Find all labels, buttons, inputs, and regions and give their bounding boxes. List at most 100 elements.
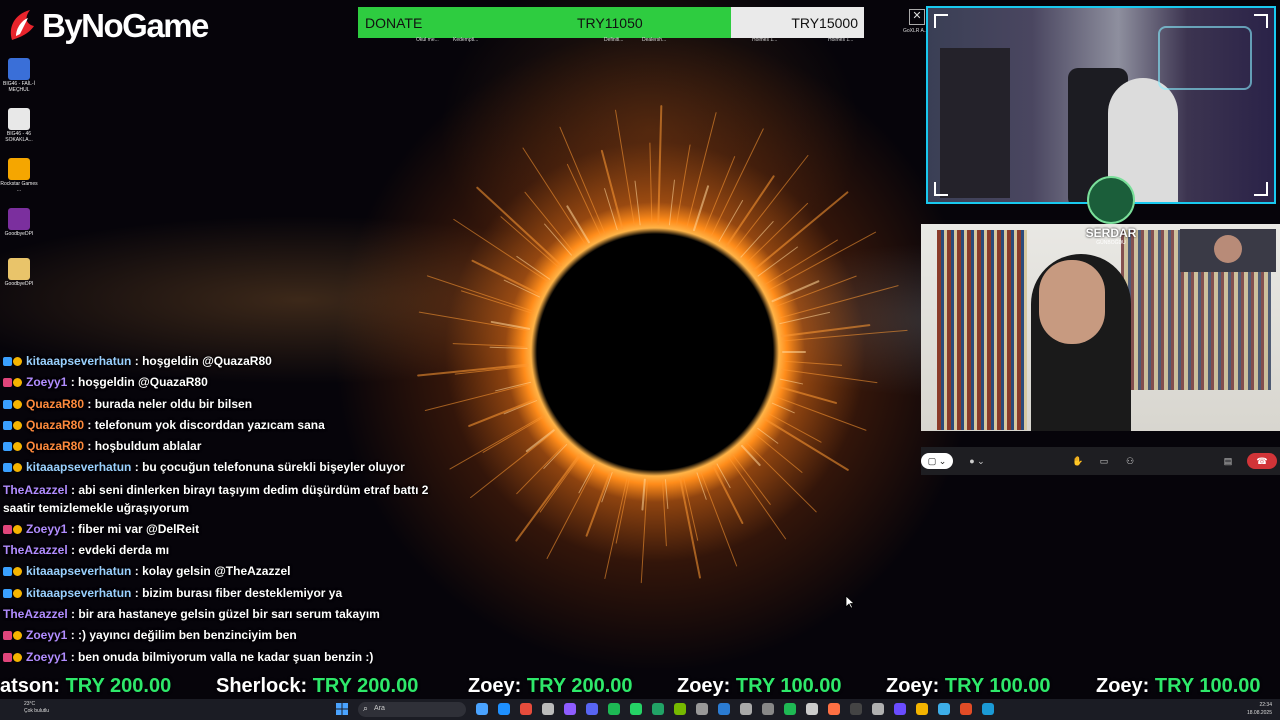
file-icon: [8, 108, 30, 130]
donor-name: atson:: [0, 675, 60, 697]
mic-toggle-button[interactable]: ● ⌄: [963, 453, 991, 469]
taskbar-app-icon[interactable]: [696, 703, 708, 715]
taskbar-app-icon[interactable]: [894, 703, 906, 715]
desktop-icon[interactable]: GoodbyeDPI: [0, 258, 38, 308]
ticker-item: atson: TRY 200.00: [0, 675, 171, 698]
taskbar-app-icon[interactable]: [520, 703, 532, 715]
light-ray: [725, 175, 775, 247]
taskbar-app-icon[interactable]: [740, 703, 752, 715]
taskbar-app-icon[interactable]: [982, 703, 994, 715]
chat-username[interactable]: kitaaapseverhatun: [26, 460, 131, 474]
taskbar-app-icon[interactable]: [806, 703, 818, 715]
screen-share-icon[interactable]: ▭: [1097, 453, 1111, 469]
chat-username[interactable]: Zoeyy1: [26, 628, 67, 642]
light-ray: [634, 180, 641, 226]
shelf: [940, 48, 1010, 198]
mouse-cursor-icon: [845, 595, 855, 609]
chat-badge-icon: [3, 420, 12, 430]
chat-username[interactable]: TheAzazzel: [3, 543, 68, 557]
chat-username[interactable]: Zoeyy1: [26, 650, 67, 664]
light-ray: [426, 275, 535, 312]
close-icon[interactable]: ✕: [909, 9, 925, 25]
taskbar-app-icon[interactable]: [850, 703, 862, 715]
desktop-icon[interactable]: Rockstar Games ...: [0, 158, 38, 208]
light-ray: [604, 476, 628, 580]
desktop-icon-label: BIG46 - FAİL-İ MEÇHUL: [3, 81, 35, 93]
light-ray: [539, 455, 581, 513]
taskbar-app-icon[interactable]: [828, 703, 840, 715]
donation-ticker: atson: TRY 200.00 Sherlock: TRY 200.00 Zoe…: [0, 675, 1280, 700]
weather-widget[interactable]: 23°C Çok bulutlu: [24, 701, 49, 715]
donation-amount: TRY 200.00: [312, 675, 419, 697]
light-ray: [679, 476, 701, 579]
camera-toggle-button[interactable]: ▢ ⌄: [921, 453, 953, 469]
taskbar-app-icon[interactable]: [542, 703, 554, 715]
taskbar-app-icon[interactable]: [784, 703, 796, 715]
taskbar-app-icon[interactable]: [608, 703, 620, 715]
clock-date: 18.08.2025: [1246, 710, 1272, 716]
taskbar-app-icon[interactable]: [564, 703, 576, 715]
chat-username[interactable]: kitaaapseverhatun: [26, 564, 131, 578]
light-ray: [503, 400, 538, 415]
chat-username[interactable]: TheAzazzel: [3, 607, 68, 621]
desktop-icon[interactable]: GoodbyeDPI: [0, 208, 38, 258]
chat-badge-icon: [3, 378, 12, 388]
chat-badge-icon: [3, 588, 12, 598]
taskbar-app-icon[interactable]: [938, 703, 950, 715]
chat-badge-icon: [3, 652, 12, 662]
taskbar-app-icon[interactable]: [872, 703, 884, 715]
light-ray: [585, 470, 612, 537]
taskbar-search[interactable]: ⌕ Ara: [358, 702, 466, 717]
light-ray: [782, 360, 843, 366]
ticker-item: Zoey: TRY 100.00: [886, 675, 1051, 698]
light-ray: [675, 144, 691, 227]
chat-username[interactable]: Zoeyy1: [26, 375, 67, 389]
chat-username[interactable]: QuazaR80: [26, 397, 84, 411]
light-ray: [740, 221, 774, 258]
chat-username[interactable]: Zoeyy1: [26, 522, 67, 536]
chat-username[interactable]: kitaaapseverhatun: [26, 354, 131, 368]
windows-start-icon[interactable]: [336, 703, 348, 715]
system-tray-clock[interactable]: 22:34 18.08.2025: [1247, 701, 1272, 717]
chat-username[interactable]: QuazaR80: [26, 418, 84, 432]
taskbar-app-icon[interactable]: [476, 703, 488, 715]
chat-username[interactable]: TheAzazzel: [3, 483, 68, 497]
taskbar-app-icon[interactable]: [630, 703, 642, 715]
light-ray: [664, 479, 669, 509]
taskbar-app-icon[interactable]: [916, 703, 928, 715]
taskbar-app-icon[interactable]: [498, 703, 510, 715]
taskbar-app-icon[interactable]: [652, 703, 664, 715]
chat-badge-icon: [3, 399, 12, 409]
layout-icon[interactable]: ▤: [1221, 453, 1235, 469]
light-ray: [771, 402, 795, 414]
brand-logo: ByNoGame: [6, 6, 209, 46]
chat-message: Zoeyy1 : :) yayıncı değilim ben benzinci…: [3, 625, 443, 646]
taskbar-app-icon[interactable]: [674, 703, 686, 715]
people-icon[interactable]: ⚇: [1123, 453, 1137, 469]
chat-username[interactable]: kitaaapseverhatun: [26, 586, 131, 600]
badge-name: SERDAR: [1085, 226, 1137, 240]
taskbar-app-icon[interactable]: [762, 703, 774, 715]
desktop-icon[interactable]: BIG46 - 46 SOKAKLA...: [0, 108, 38, 158]
chat-badge-icon: [13, 463, 22, 473]
light-ray: [476, 186, 563, 267]
chat-message: Zoeyy1 : hoşgeldin @QuazaR80: [3, 372, 443, 393]
taskbar-app-icon[interactable]: [586, 703, 598, 715]
light-ray: [522, 147, 586, 246]
taskbar-app-icon[interactable]: [960, 703, 972, 715]
desktop-icon-label: GoodbyeDPI: [4, 281, 34, 287]
light-ray: [727, 456, 787, 540]
weather-temp: 23°C: [24, 701, 36, 707]
chat-badge-icon: [13, 567, 22, 577]
desktop-label: Holmes 1...: [828, 37, 854, 43]
desktop-icons: BIG46 - FAİL-İ MEÇHUL BIG46 - 46 SOKAKLA.…: [0, 58, 38, 308]
hang-up-button[interactable]: ☎: [1247, 453, 1277, 469]
chat-badge-icon: [3, 631, 12, 641]
self-view-thumbnail[interactable]: [1180, 229, 1276, 272]
chat-username[interactable]: QuazaR80: [26, 439, 84, 453]
raise-hand-icon[interactable]: ✋: [1071, 453, 1085, 469]
taskbar-app-icon[interactable]: [718, 703, 730, 715]
search-icon: ⌕: [363, 703, 369, 713]
desktop-icon[interactable]: BIG46 - FAİL-İ MEÇHUL: [0, 58, 38, 108]
donate-current: TRY11050: [577, 15, 643, 31]
